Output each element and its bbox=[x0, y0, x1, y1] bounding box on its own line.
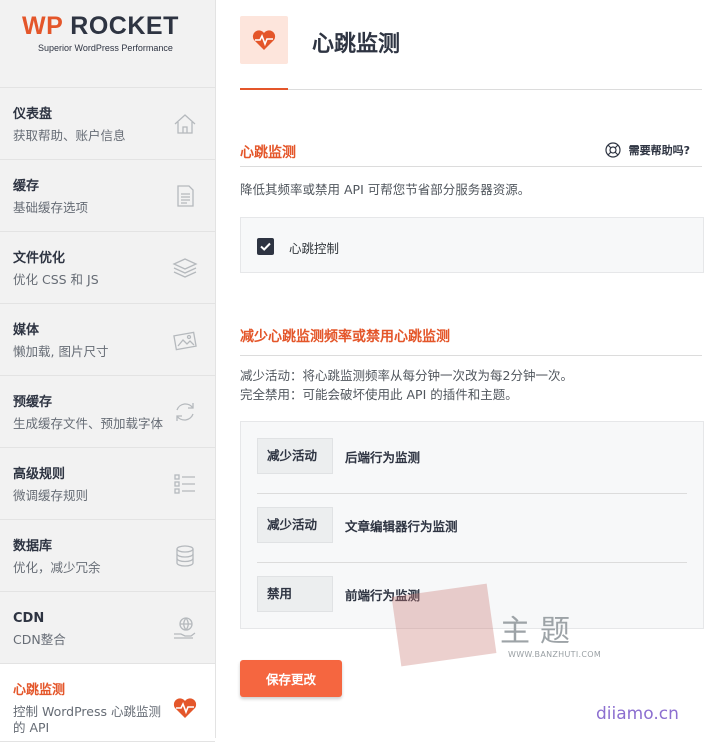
heartbeat-icon bbox=[173, 698, 197, 718]
sidebar-item-dashboard[interactable]: 仪表盘 获取帮助、账户信息 bbox=[0, 88, 215, 160]
watermark-text: 主题 bbox=[500, 614, 580, 649]
heartbeat-icon bbox=[252, 30, 276, 50]
watermark-site: diiamo.cn bbox=[596, 704, 679, 724]
logo-brand-rocket: ROCKET bbox=[70, 12, 179, 40]
sidebar-item-cdn[interactable]: CDN CDN整合 bbox=[0, 592, 215, 664]
page-header: 心跳监测 bbox=[240, 16, 702, 90]
sidebar-item-file-optimization[interactable]: 文件优化 优化 CSS 和 JS bbox=[0, 232, 215, 304]
section-divider bbox=[240, 355, 702, 356]
cdn-icon bbox=[174, 617, 196, 639]
refresh-icon bbox=[176, 403, 194, 421]
lifebuoy-icon bbox=[605, 142, 621, 158]
sidebar-item-advanced-rules[interactable]: 高级规则 微调缓存规则 bbox=[0, 448, 215, 520]
heartbeat-control-card: 心跳控制 bbox=[240, 217, 704, 273]
behavior-label-post-editor: 文章编辑器行为监测 bbox=[345, 519, 458, 534]
section-title-heartbeat: 心跳监测 bbox=[240, 145, 296, 161]
sidebar-item-cache[interactable]: 缓存 基础缓存选项 bbox=[0, 160, 215, 232]
section-description-reduce: 减少活动：将心跳监测频率从每分钟一次改为每2分钟一次。 bbox=[240, 368, 573, 383]
sidebar-item-database[interactable]: 数据库 优化，减少冗余 bbox=[0, 520, 215, 592]
header-icon-box bbox=[240, 16, 288, 64]
behavior-row-post-editor: 减少活动 文章编辑器行为监测 bbox=[257, 507, 687, 571]
row-divider bbox=[257, 562, 687, 563]
logo-brand-wp: WP bbox=[22, 12, 63, 40]
checklist-icon bbox=[174, 474, 195, 494]
sidebar-item-subtitle: 控制 WordPress 心跳监测的 API bbox=[13, 704, 161, 735]
section-title-reduce-or-disable: 减少心跳监测频率或禁用心跳监测 bbox=[240, 329, 450, 345]
page-title: 心跳监测 bbox=[312, 32, 401, 57]
sidebar-item-heartbeat[interactable]: 心跳监测 控制 WordPress 心跳监测的 API bbox=[0, 664, 215, 742]
help-link[interactable]: 需要帮助吗? bbox=[605, 142, 690, 158]
heartbeat-control-checkbox[interactable] bbox=[257, 238, 274, 255]
heartbeat-control-label[interactable]: 心跳控制 bbox=[289, 238, 339, 257]
sidebar-item-media[interactable]: 媒体 懒加载, 图片尺寸 bbox=[0, 304, 215, 376]
image-icon bbox=[173, 331, 197, 351]
checkmark-icon bbox=[260, 242, 271, 251]
section-description: 降低其频率或禁用 API 可帮您节省部分服务器资源。 bbox=[240, 182, 531, 197]
document-icon bbox=[177, 185, 194, 207]
behavior-label-backend: 后端行为监测 bbox=[345, 450, 421, 465]
help-link-label: 需要帮助吗? bbox=[628, 144, 690, 157]
behavior-select-frontend[interactable]: 禁用 bbox=[257, 576, 333, 612]
sidebar-item-preload[interactable]: 预缓存 生成缓存文件、预加载字体 bbox=[0, 376, 215, 448]
logo-tagline: Superior WordPress Performance bbox=[38, 43, 173, 53]
sidebar: WP ROCKET Superior WordPress Performance… bbox=[0, 0, 216, 742]
section-divider bbox=[240, 166, 702, 167]
section-description-disable: 完全禁用：可能会破坏使用此 API 的插件和主题。 bbox=[240, 387, 518, 402]
watermark-stamp bbox=[391, 583, 497, 667]
home-icon bbox=[174, 114, 196, 134]
behavior-select-post-editor[interactable]: 减少活动 bbox=[257, 507, 333, 543]
watermark-url: WWW.BANZHUTI.COM bbox=[508, 650, 602, 659]
behavior-row-backend: 减少活动 后端行为监测 bbox=[257, 438, 687, 502]
behavior-select-backend[interactable]: 减少活动 bbox=[257, 438, 333, 474]
header-underline bbox=[240, 88, 288, 90]
database-icon bbox=[176, 545, 194, 567]
wp-rocket-logo[interactable]: WP ROCKET Superior WordPress Performance bbox=[0, 0, 215, 88]
row-divider bbox=[257, 493, 687, 494]
save-changes-button[interactable]: 保存更改 bbox=[240, 660, 342, 697]
layers-icon bbox=[172, 258, 198, 278]
